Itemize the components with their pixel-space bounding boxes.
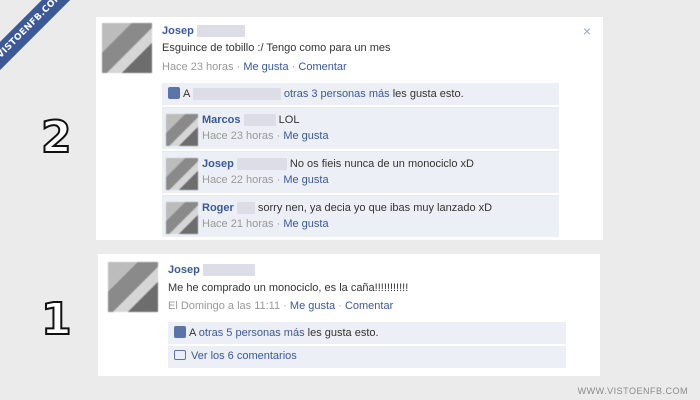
post-text: Me he comprado un monociclo, es la caña!… xyxy=(168,282,409,294)
comment-like-link[interactable]: Me gusta xyxy=(283,174,328,186)
comment-link[interactable]: Comentar xyxy=(345,300,393,312)
blurred-name xyxy=(192,88,281,101)
likes-others-link[interactable]: otras 3 personas más xyxy=(284,88,390,100)
comment-like-link[interactable]: Me gusta xyxy=(283,218,328,230)
watermark-ribbon: VISTOENFB.COM xyxy=(0,0,80,76)
post-time[interactable]: Hace 23 horas xyxy=(162,61,234,73)
avatar[interactable] xyxy=(108,262,158,312)
comment-text: No os fieis nunca de un monociclo xD xyxy=(289,158,474,170)
comment-item: Roger sorry nen, ya decia yo que ibas mu… xyxy=(162,195,559,237)
blurred-surname xyxy=(243,114,276,127)
likes-others-link[interactable]: otras 5 personas más xyxy=(199,327,305,339)
comment-item: Marcos LOL Hace 23 horas · Me gusta xyxy=(162,107,559,149)
post-time[interactable]: El Domingo a las 11:11 xyxy=(168,300,280,312)
blurred-surname xyxy=(196,25,245,38)
comment-meta: Hace 21 horas · Me gusta xyxy=(202,218,329,230)
comment-author[interactable]: Marcos LOL xyxy=(202,114,300,127)
post-author[interactable]: Josep xyxy=(168,264,255,277)
post-author[interactable]: Josep xyxy=(162,25,245,38)
comment-meta: Hace 22 horas · Me gusta xyxy=(202,174,329,186)
blurred-surname xyxy=(236,202,255,215)
number-label-1: 1 xyxy=(40,293,73,346)
post-card: Josep Me he comprado un monociclo, es la… xyxy=(98,254,600,376)
comment-avatar[interactable] xyxy=(166,114,198,146)
likes-row: A otras 5 personas más les gusta esto. xyxy=(168,322,566,344)
speech-bubble-icon xyxy=(174,350,186,360)
like-link[interactable]: Me gusta xyxy=(243,61,288,73)
comment-avatar[interactable] xyxy=(166,158,198,190)
blurred-surname xyxy=(202,264,255,277)
comment-time[interactable]: Hace 22 horas xyxy=(202,174,274,186)
post-text: Esguince de tobillo :/ Tengo como para u… xyxy=(162,42,391,54)
like-link[interactable]: Me gusta xyxy=(290,300,335,312)
comment-meta: Hace 23 horas · Me gusta xyxy=(202,130,329,142)
close-icon[interactable]: × xyxy=(583,23,591,39)
comment-author[interactable]: Josep No os fieis nunca de un monociclo … xyxy=(202,158,474,171)
view-comments-row[interactable]: Ver los 6 comentarios xyxy=(168,346,566,368)
post-meta: El Domingo a las 11:11 · Me gusta · Come… xyxy=(168,300,394,312)
number-label-2: 2 xyxy=(40,111,73,164)
comment-text: sorry nen, ya decia yo que ibas muy lanz… xyxy=(257,202,493,214)
comment-link[interactable]: Comentar xyxy=(298,61,346,73)
comment-item: Josep No os fieis nunca de un monociclo … xyxy=(162,151,559,193)
comment-time[interactable]: Hace 21 horas xyxy=(202,218,274,230)
blurred-surname xyxy=(236,158,287,171)
comment-like-link[interactable]: Me gusta xyxy=(283,130,328,142)
post-meta: Hace 23 horas · Me gusta · Comentar xyxy=(162,61,347,73)
comment-text: LOL xyxy=(278,114,300,126)
watermark-bottom: WWW.VISTOENFB.COM xyxy=(577,386,688,396)
thumbs-up-icon xyxy=(174,326,186,338)
likes-row: A otras 3 personas más les gusta esto. xyxy=(162,83,559,105)
comment-author[interactable]: Roger sorry nen, ya decia yo que ibas mu… xyxy=(202,202,493,215)
avatar[interactable] xyxy=(102,23,152,73)
comment-time[interactable]: Hace 23 horas xyxy=(202,130,274,142)
thumbs-up-icon xyxy=(168,87,180,99)
comment-avatar[interactable] xyxy=(166,202,198,234)
post-card: Josep Esguince de tobillo :/ Tengo como … xyxy=(96,17,603,240)
view-comments-link[interactable]: Ver los 6 comentarios xyxy=(191,350,297,362)
